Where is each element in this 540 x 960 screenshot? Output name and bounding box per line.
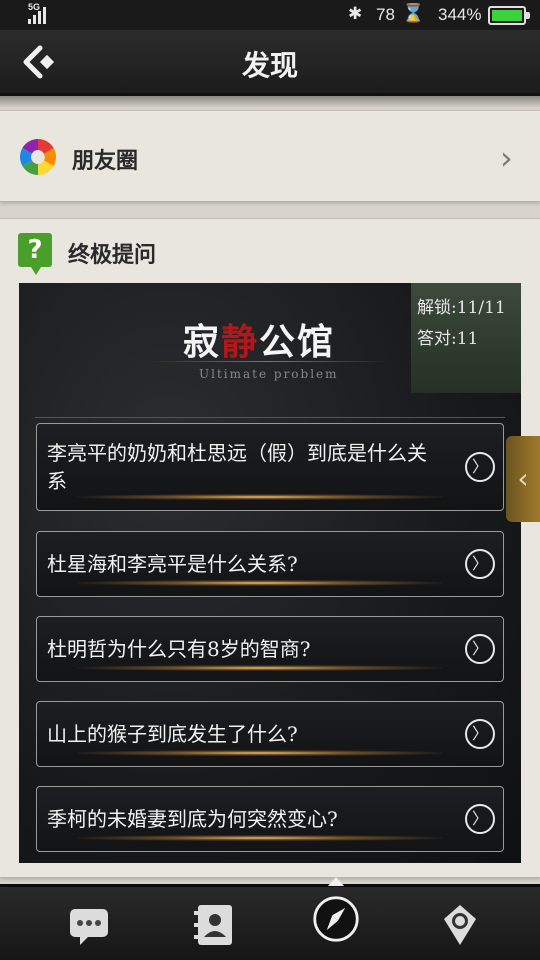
question-text: 杜明哲为什么只有8岁的智商? bbox=[47, 637, 311, 661]
question-item[interactable]: 山上的猴子到底发生了什么? 〉 bbox=[36, 701, 504, 767]
battery-percent: 344% bbox=[438, 5, 482, 24]
side-drawer-handle[interactable]: ‹ bbox=[506, 436, 540, 522]
chevron-right-circle-icon: 〉 bbox=[465, 634, 495, 664]
bluetooth-value: 78 bbox=[376, 5, 395, 24]
aperture-icon bbox=[19, 139, 57, 175]
question-text: 季柯的未婚妻到底为何突然变心? bbox=[47, 807, 338, 831]
logo-char: 公馆 bbox=[259, 321, 336, 363]
bottom-tab-bar bbox=[0, 877, 540, 960]
chevron-right-circle-icon: 〉 bbox=[465, 804, 495, 834]
unlock-count: 解锁:11/11 bbox=[417, 298, 506, 318]
question-item[interactable]: 李亮平的奶奶和杜思远（假）到底是什么关系 〉 bbox=[36, 423, 504, 511]
battery-icon bbox=[488, 6, 530, 25]
question-item[interactable]: 杜星海和李亮平是什么关系? 〉 bbox=[36, 531, 504, 597]
chevron-right-icon: › bbox=[500, 139, 513, 177]
compass-icon[interactable] bbox=[312, 895, 360, 943]
page-title: 发现 bbox=[241, 49, 298, 82]
chat-bubble-icon[interactable] bbox=[66, 901, 114, 949]
profile-icon[interactable] bbox=[436, 901, 484, 949]
question-icon: ? bbox=[18, 233, 52, 275]
question-card: 寂静公馆 Ultimate problem 解锁:11/11 答对:11 李亮平… bbox=[19, 283, 521, 863]
chevron-right-circle-icon: 〉 bbox=[465, 452, 495, 482]
question-text: 李亮平的奶奶和杜思远（假）到底是什么关系 bbox=[47, 441, 427, 493]
chevron-right-circle-icon: 〉 bbox=[465, 719, 495, 749]
moments-label: 朋友圈 bbox=[72, 149, 139, 174]
status-bar: 5G ✱ 78 ⌛ 344% bbox=[0, 0, 540, 30]
question-text: 山上的猴子到底发生了什么? bbox=[47, 722, 298, 746]
contacts-icon[interactable] bbox=[190, 901, 238, 949]
ultimate-label: 终极提问 bbox=[68, 243, 157, 268]
logo-char-red: 静 bbox=[221, 321, 260, 363]
bluetooth-icon: ✱ bbox=[348, 4, 363, 23]
game-logo: 寂静公馆 bbox=[183, 313, 335, 365]
question-item[interactable]: 季柯的未婚妻到底为何突然变心? 〉 bbox=[36, 786, 504, 852]
hourglass-icon: ⌛ bbox=[402, 3, 425, 23]
ultimate-question-panel: ? 终极提问 寂静公馆 Ultimate problem 解锁:11/11 答对… bbox=[0, 218, 540, 878]
header: 发现 bbox=[0, 30, 540, 96]
moments-row[interactable]: 朋友圈 › bbox=[0, 110, 540, 202]
stats-box: 解锁:11/11 答对:11 bbox=[411, 283, 521, 393]
correct-count: 答对:11 bbox=[417, 329, 479, 349]
logo-char: 寂 bbox=[183, 321, 222, 363]
question-text: 杜星海和李亮平是什么关系? bbox=[47, 552, 298, 576]
question-item[interactable]: 杜明哲为什么只有8岁的智商? 〉 bbox=[36, 616, 504, 682]
active-tab-indicator bbox=[328, 877, 344, 886]
chevron-right-circle-icon: 〉 bbox=[465, 549, 495, 579]
signal-icon: 5G bbox=[28, 2, 60, 24]
logo-subtitle: Ultimate problem bbox=[199, 367, 339, 381]
